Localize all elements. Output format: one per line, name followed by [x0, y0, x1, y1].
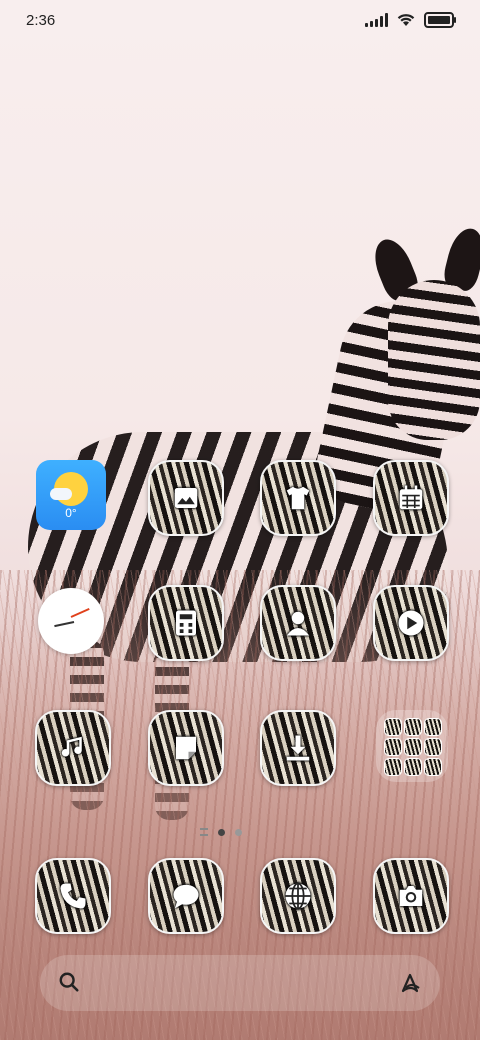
camera-icon: [394, 879, 428, 913]
music-app-icon[interactable]: [35, 710, 111, 786]
folder-app-thumbnail: [384, 738, 402, 756]
download-icon: [281, 731, 315, 765]
calendar-icon: [394, 481, 428, 515]
folder-app-thumbnail: [404, 758, 422, 776]
clock-second-hand: [70, 607, 90, 618]
calendar-app-icon[interactable]: [373, 460, 449, 536]
signal-icon: [365, 13, 388, 27]
assistant-icon[interactable]: [398, 970, 424, 996]
page-dot[interactable]: [235, 828, 242, 836]
folder-app-thumbnail: [424, 718, 442, 736]
zebra-head: [388, 280, 480, 440]
folder-app-thumbnail: [384, 718, 402, 736]
notes-app-icon[interactable]: [148, 710, 224, 786]
browser-app-icon[interactable]: [260, 858, 336, 934]
folder-app-thumbnail: [384, 758, 402, 776]
status-bar: 2:36: [0, 0, 480, 44]
folder-app-thumbnail: [404, 718, 422, 736]
tshirt-icon: [281, 481, 315, 515]
page-dot-active[interactable]: [218, 828, 225, 836]
play-icon: [394, 606, 428, 640]
gallery-app-icon[interactable]: [148, 460, 224, 536]
weather-widget[interactable]: 0°: [36, 460, 106, 530]
status-icons: [365, 12, 456, 28]
battery-icon: [424, 12, 456, 28]
folder-app-thumbnail: [424, 758, 442, 776]
wifi-icon: [397, 14, 415, 26]
themes-app-icon[interactable]: [260, 460, 336, 536]
tools-folder[interactable]: [376, 710, 448, 782]
weather-temperature: 0°: [65, 506, 77, 520]
chat-bubble-icon: [169, 879, 203, 913]
clock-widget[interactable]: [38, 588, 104, 654]
camera-app-icon[interactable]: [373, 858, 449, 934]
search-icon[interactable]: [58, 971, 80, 993]
note-icon: [169, 731, 203, 765]
clock-hour-hand: [54, 621, 75, 628]
phone-app-icon[interactable]: [35, 858, 111, 934]
globe-icon: [281, 879, 315, 913]
photo-icon: [169, 481, 203, 515]
search-bar[interactable]: [40, 955, 440, 1011]
folder-app-thumbnail: [404, 738, 422, 756]
calculator-icon: [169, 606, 203, 640]
phone-icon: [56, 879, 90, 913]
contact-icon: [281, 606, 315, 640]
app-drawer-indicator[interactable]: [200, 828, 208, 836]
cloud-icon: [50, 488, 72, 500]
messages-app-icon[interactable]: [148, 858, 224, 934]
video-app-icon[interactable]: [373, 585, 449, 661]
contacts-app-icon[interactable]: [260, 585, 336, 661]
folder-app-thumbnail: [424, 738, 442, 756]
calculator-app-icon[interactable]: [148, 585, 224, 661]
page-indicator[interactable]: [200, 828, 242, 836]
downloads-app-icon[interactable]: [260, 710, 336, 786]
status-time: 2:36: [26, 12, 56, 29]
music-note-icon: [56, 731, 90, 765]
